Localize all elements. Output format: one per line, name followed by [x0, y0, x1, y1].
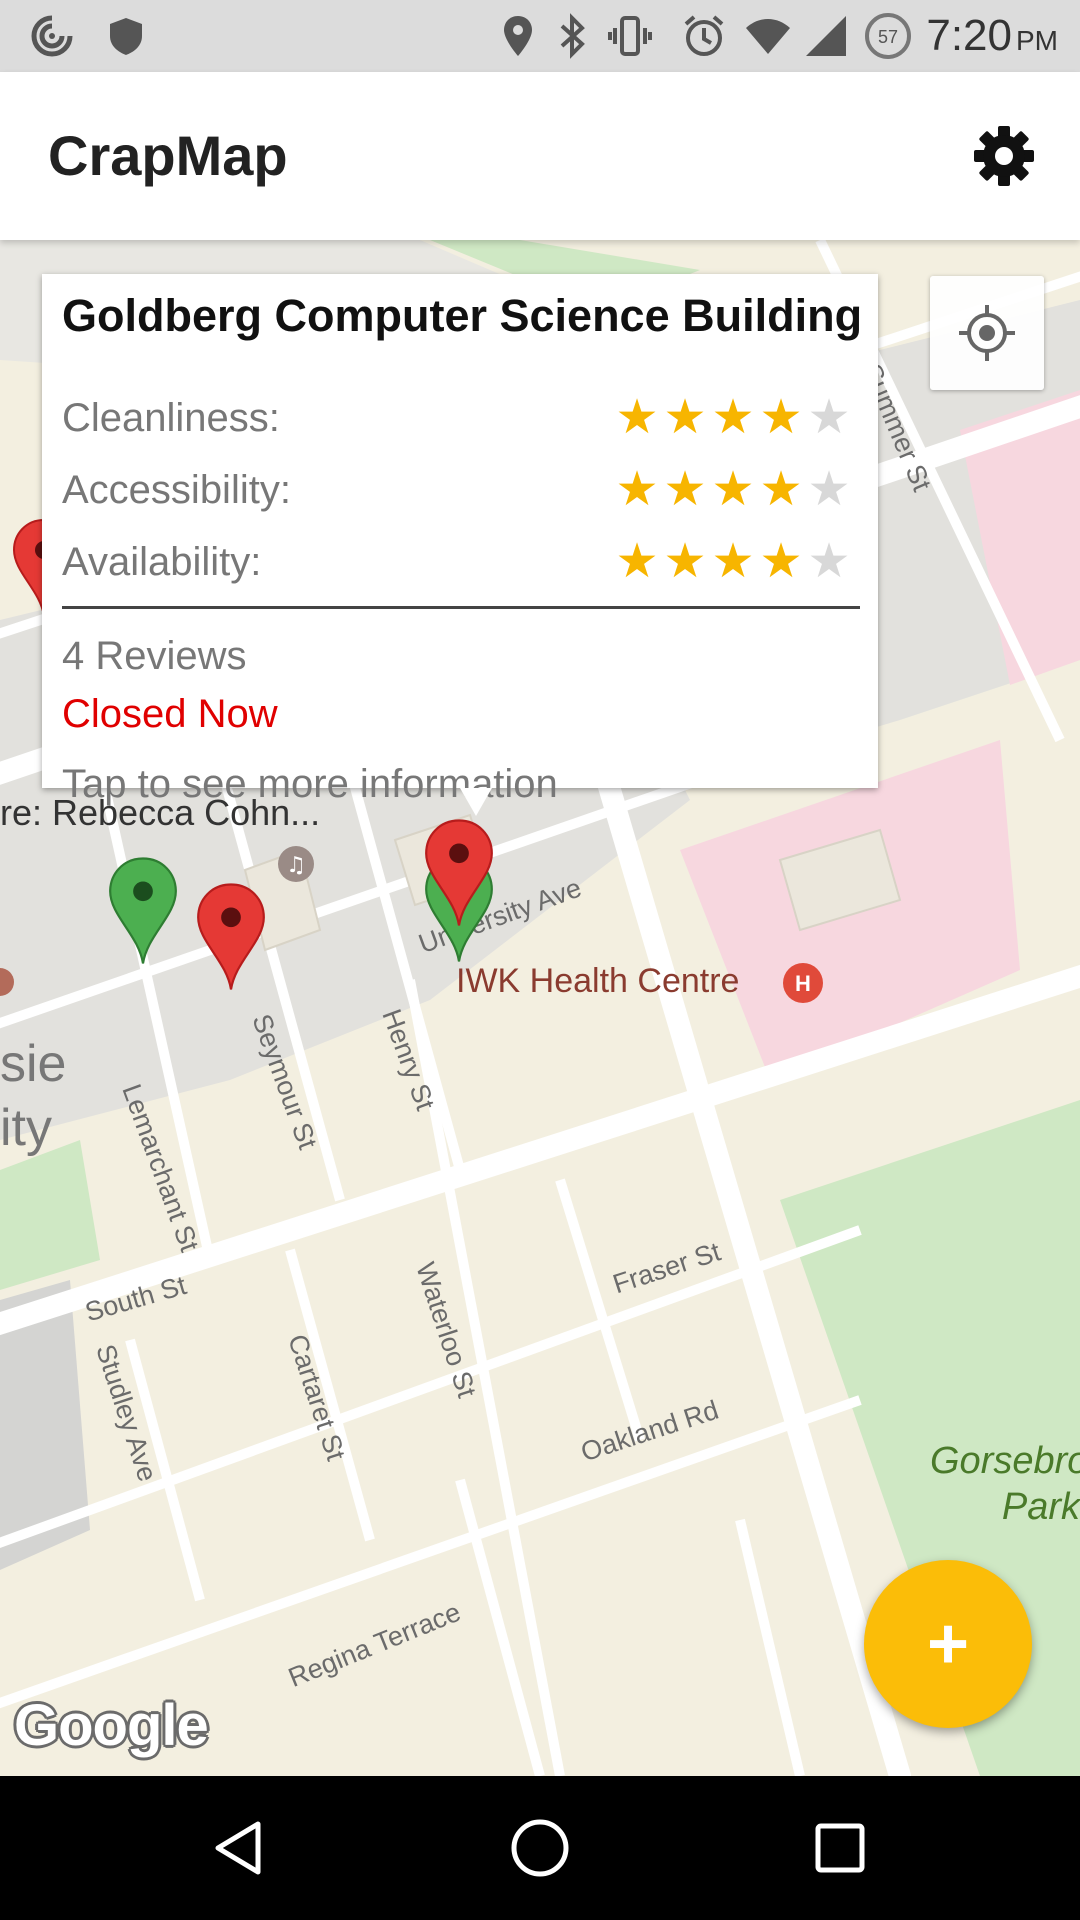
star-icon: ★ [615, 391, 659, 444]
star-icon: ★ [663, 535, 707, 588]
map-pin-red-selected[interactable] [424, 818, 494, 928]
star-icon: ★ [711, 463, 755, 516]
home-icon [511, 1819, 569, 1877]
svg-text:♫: ♫ [286, 853, 306, 878]
star-empty-icon: ★ [807, 535, 851, 588]
star-icon: ★ [711, 391, 755, 444]
alarm-icon [684, 15, 724, 56]
svg-text:57: 57 [878, 27, 898, 47]
rating-row-availability: Availability: ★ ★ ★ ★ ★ [62, 534, 852, 594]
star-icon: ★ [759, 463, 803, 516]
poi-label[interactable]: IWK Health Centre [456, 962, 739, 1001]
location-icon [504, 16, 532, 56]
home-button[interactable] [492, 1800, 588, 1896]
map-view[interactable]: ♫ H Summer St University Ave Seymour St … [0, 240, 1080, 1776]
star-empty-icon: ★ [807, 391, 851, 444]
star-icon: ★ [663, 391, 707, 444]
star-rating: ★ ★ ★ ★ ★ [614, 534, 852, 590]
navigation-bar [0, 1776, 1080, 1920]
map-pin-green[interactable] [108, 856, 178, 966]
bluetooth-icon [560, 13, 585, 59]
review-count: 4 Reviews [62, 634, 247, 678]
star-icon: ★ [711, 535, 755, 588]
app-bar: CrapMap [0, 72, 1080, 240]
sync-icon [31, 15, 73, 57]
star-icon: ★ [663, 463, 707, 516]
svg-text:H: H [795, 971, 811, 996]
gear-icon [974, 126, 1034, 186]
crosshair-icon [959, 305, 1015, 361]
battery-icon: 57 [865, 13, 911, 59]
open-status: Closed Now [62, 692, 278, 736]
signal-icon [806, 16, 846, 56]
status-bar: 57 7:20 PM [0, 0, 1080, 72]
rating-label: Accessibility: [62, 468, 291, 512]
more-info-hint[interactable]: Tap to see more information [62, 762, 558, 807]
app-title: CrapMap [48, 124, 288, 187]
star-rating: ★ ★ ★ ★ ★ [614, 390, 852, 446]
google-logo: Google [14, 1693, 209, 1758]
campus-label-line1: sie [0, 1035, 67, 1093]
recents-button[interactable] [792, 1800, 888, 1896]
rating-row-cleanliness: Cleanliness: ★ ★ ★ ★ ★ [62, 390, 852, 450]
star-icon: ★ [759, 535, 803, 588]
back-button[interactable] [192, 1800, 288, 1896]
info-title: Goldberg Computer Science Building [62, 290, 863, 341]
park-label: Gorsebro Park [930, 1440, 1080, 1528]
divider [62, 606, 860, 609]
rating-label: Cleanliness: [62, 396, 280, 440]
recents-icon [815, 1823, 865, 1873]
info-window[interactable]: Goldberg Computer Science Building Clean… [42, 274, 878, 816]
add-location-button[interactable]: + [864, 1560, 1032, 1728]
rating-label: Availability: [62, 540, 262, 584]
star-icon: ★ [759, 391, 803, 444]
star-rating: ★ ★ ★ ★ ★ [614, 462, 852, 518]
vibrate-icon [608, 16, 652, 56]
wifi-icon [746, 19, 790, 54]
star-icon: ★ [615, 535, 659, 588]
settings-button[interactable] [964, 116, 1044, 196]
rating-row-accessibility: Accessibility: ★ ★ ★ ★ ★ [62, 462, 852, 522]
star-icon: ★ [615, 463, 659, 516]
map-pin-red[interactable] [196, 882, 266, 992]
shield-icon [110, 18, 142, 55]
clock: 7:20 PM [926, 11, 1058, 60]
back-icon [215, 1821, 261, 1875]
star-empty-icon: ★ [807, 463, 851, 516]
my-location-button[interactable] [930, 276, 1044, 390]
plus-icon: + [926, 1604, 970, 1684]
campus-label-line2: ity [0, 1099, 52, 1157]
